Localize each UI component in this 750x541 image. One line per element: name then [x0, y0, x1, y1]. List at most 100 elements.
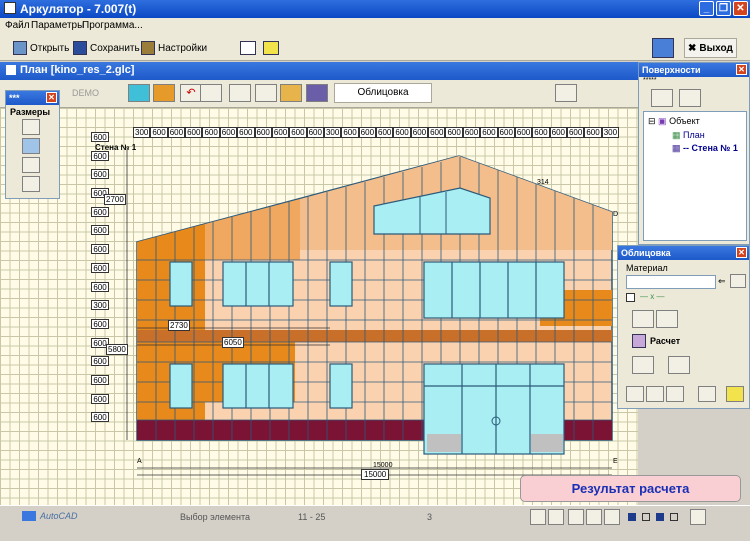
size-tool-1[interactable]	[22, 119, 40, 135]
size-tool-3[interactable]	[22, 157, 40, 173]
surfaces-tree: ⊟ ▣ Объект ▦ План ▦ -- Стена № 1	[643, 111, 747, 241]
facing-tool-6[interactable]	[646, 386, 664, 402]
ruler-top-tick: 600	[150, 127, 168, 138]
help-icon[interactable]	[263, 41, 279, 55]
save-button[interactable]: Сохранить	[70, 38, 143, 58]
zoom-window-icon[interactable]	[568, 509, 584, 525]
menu-parameters[interactable]: Параметры	[31, 20, 84, 31]
tree-node-object[interactable]: ⊟ ▣ Объект	[648, 116, 700, 127]
sizes-panel-close-button[interactable]: ✕	[46, 92, 57, 103]
ruler-top-tick: 300	[601, 127, 620, 138]
exit-icon: ✖	[688, 42, 697, 54]
size-tool-4[interactable]	[22, 176, 40, 192]
view-mode-1[interactable]	[628, 513, 636, 521]
ruler-left-tick: 600	[91, 225, 109, 236]
wall-label: Стена № 1	[95, 143, 137, 152]
menu-program[interactable]: Программа...	[82, 20, 143, 31]
minimize-button[interactable]: _	[699, 1, 714, 16]
settings-button[interactable]: Настройки	[138, 38, 210, 58]
ruler-top-tick: 600	[566, 127, 585, 138]
ruler-top-tick: 600	[549, 127, 567, 138]
ruler-top-tick: 600	[514, 127, 533, 138]
material-field[interactable]	[626, 275, 716, 289]
view-mode-2[interactable]	[642, 513, 650, 521]
ruler-left-tick: 600	[91, 318, 109, 329]
tree-node-plan[interactable]: ▦ План	[672, 130, 705, 141]
surface-edit-button[interactable]	[679, 89, 701, 107]
redo-button[interactable]	[200, 84, 222, 102]
fill-tool-button[interactable]	[128, 84, 150, 102]
result-button[interactable]: Результат расчета	[520, 475, 741, 502]
menu-file[interactable]: Файл	[5, 20, 30, 31]
grid-tool-button[interactable]	[306, 84, 328, 102]
point-d: D	[613, 211, 619, 218]
exit-label: Выход	[699, 42, 733, 54]
ruler-top-tick: 600	[410, 127, 429, 138]
ruler-top: 300 600 600 600 600 600 600 600 600 600 600 300 600 6…	[133, 127, 620, 138]
material-pick-button[interactable]	[730, 274, 746, 288]
door-panel-right	[531, 434, 563, 452]
calculator-icon[interactable]	[652, 38, 674, 58]
facing-tool-7[interactable]	[666, 386, 684, 402]
dim-2700: 2700	[104, 194, 126, 205]
facing-tool-3[interactable]	[632, 356, 654, 374]
calculate-button[interactable]: Расчет	[632, 332, 680, 350]
ruler-top-tick: 600	[428, 127, 446, 138]
facing-tool-5[interactable]	[626, 386, 644, 402]
status-bar: AutoCAD Выбор элемента 11 - 25 3	[0, 505, 750, 529]
door-tool-button[interactable]	[255, 84, 277, 102]
point-e: E	[613, 458, 618, 465]
close-button[interactable]: ✕	[733, 1, 748, 16]
line-checkbox[interactable]	[626, 293, 635, 302]
document-title: План [kino_res_2.glc]	[20, 64, 135, 76]
ruler-top-tick: 600	[393, 127, 411, 138]
ruler-top-tick: 600	[358, 127, 377, 138]
tree-plan-label: План	[683, 130, 705, 140]
zoom-extents-icon[interactable]	[604, 509, 620, 525]
facing-button[interactable]: Облицовка	[334, 83, 432, 103]
tree-node-wall[interactable]: ▦ -- Стена № 1	[672, 143, 738, 154]
facing-tool-1[interactable]	[632, 310, 654, 328]
facing-title-text: Облицовка	[621, 248, 671, 258]
ruler-left-tick: 600	[91, 356, 109, 367]
facing-panel-title: Облицовка ✕	[618, 246, 749, 260]
ruler-top-tick: 600	[532, 127, 550, 138]
ruler-top-tick: 600	[167, 127, 186, 138]
facing-tool-4[interactable]	[668, 356, 690, 374]
surface-add-button[interactable]	[651, 89, 673, 107]
ruler-left-tick: 600	[91, 206, 109, 217]
export-button[interactable]	[555, 84, 577, 102]
view-mode-3[interactable]	[656, 513, 664, 521]
facing-panel-close-button[interactable]: ✕	[736, 247, 747, 258]
exit-button[interactable]: ✖ Выход	[684, 38, 737, 58]
ruler-top-tick: 600	[237, 127, 255, 138]
drawing-canvas[interactable]: 300 600 600 600 600 600 600 600 600 600 600 300 600 6…	[0, 108, 638, 505]
facing-help-icon[interactable]	[726, 386, 744, 402]
ruler-left-tick: 600	[91, 169, 109, 180]
size-tool-2[interactable]	[22, 138, 40, 154]
window-tool-button[interactable]	[229, 84, 251, 102]
ruler-top-tick: 600	[341, 127, 359, 138]
open-button[interactable]: Открыть	[10, 38, 72, 58]
tile-tool-button[interactable]	[153, 84, 175, 102]
status-message: Выбор элемента	[180, 512, 250, 522]
autocad-label[interactable]: AutoCAD	[40, 511, 78, 521]
document-toolbar: DEMO ↶ Облицовка	[0, 80, 638, 108]
surfaces-panel-close-button[interactable]: ✕	[736, 64, 747, 75]
view-mode-4[interactable]	[670, 513, 678, 521]
status-count: 3	[427, 512, 433, 522]
zoom-in-icon[interactable]	[530, 509, 546, 525]
sizes-panel-stars: ***	[9, 93, 20, 103]
maximize-button[interactable]: ❐	[716, 1, 731, 16]
zoom-out-icon[interactable]	[548, 509, 564, 525]
material-apply-icon[interactable]: ⇐	[718, 276, 726, 287]
zoom-all-icon[interactable]	[586, 509, 602, 525]
open-icon	[13, 41, 27, 55]
window-title: Аркулятор - 7.007(t)	[20, 2, 137, 16]
ruler-toggle-icon[interactable]	[690, 509, 706, 525]
undo-button[interactable]: ↶	[180, 84, 202, 102]
facing-tool-8[interactable]	[698, 386, 716, 402]
picture-tool-button[interactable]	[280, 84, 302, 102]
facing-tool-2[interactable]	[656, 310, 678, 328]
layout-icon[interactable]	[240, 41, 256, 55]
